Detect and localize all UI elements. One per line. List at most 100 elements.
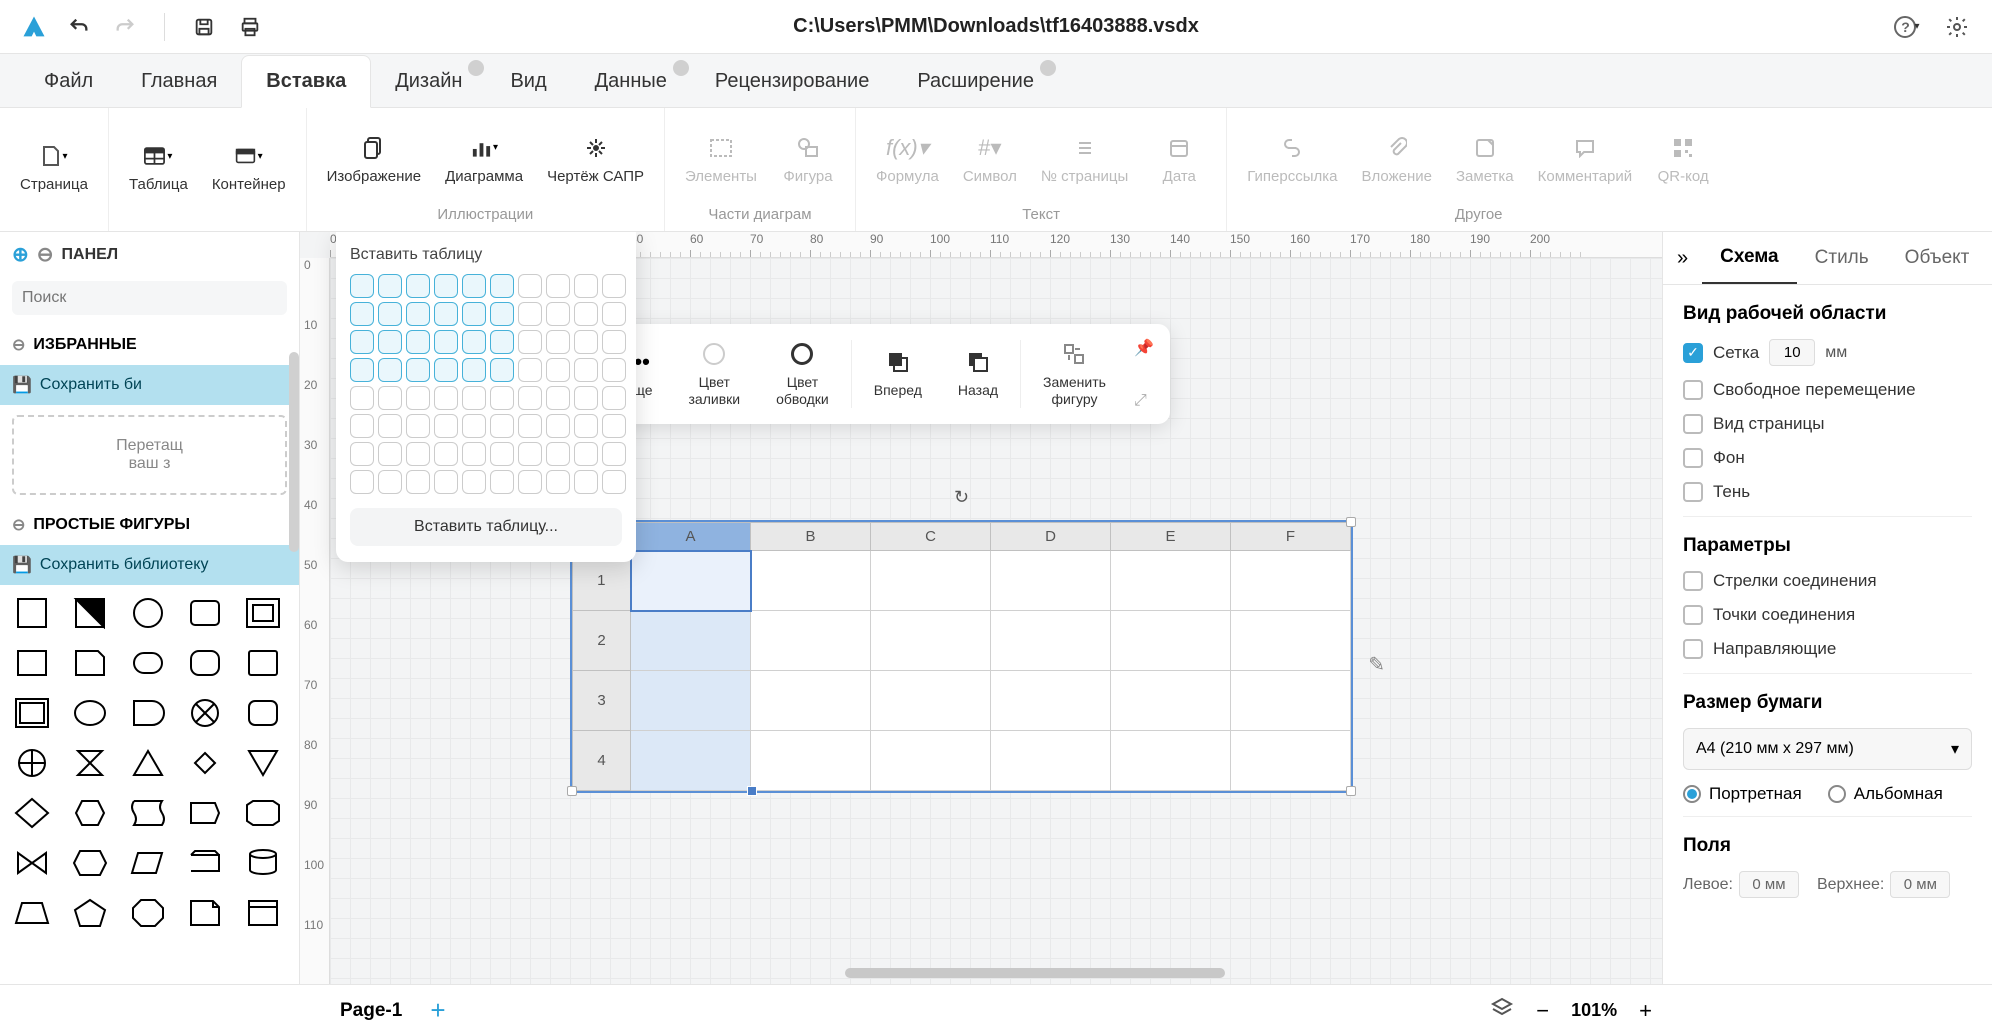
ft-fill-color[interactable]: Цвет заливки <box>671 334 759 414</box>
row-header[interactable]: 2 <box>573 611 631 671</box>
table-grid-cell[interactable] <box>434 386 458 410</box>
table-grid-cell[interactable] <box>378 386 402 410</box>
col-header[interactable]: C <box>871 523 991 551</box>
canvas-scrollbar[interactable] <box>845 968 1225 978</box>
table-grid-cell[interactable] <box>490 442 514 466</box>
shapes-search-input[interactable] <box>12 281 287 315</box>
ribbon-container[interactable]: ▾ Контейнер <box>204 138 294 197</box>
table-grid-cell[interactable] <box>434 330 458 354</box>
shape-para[interactable] <box>126 843 170 883</box>
ribbon-table[interactable]: ▾ Таблица <box>121 138 196 197</box>
settings-button[interactable] <box>1942 12 1972 42</box>
shape-triangle[interactable] <box>126 743 170 783</box>
redo-button[interactable] <box>110 12 140 42</box>
table-grid-cell[interactable] <box>350 302 374 326</box>
page-view-checkbox[interactable] <box>1683 414 1703 434</box>
table-grid-cell[interactable] <box>434 358 458 382</box>
table-grid-cell[interactable] <box>490 414 514 438</box>
table-grid-cell[interactable] <box>546 386 570 410</box>
save-library-button-2[interactable]: 💾Сохранить библиотеку <box>0 545 299 585</box>
table-grid-cell[interactable] <box>546 330 570 354</box>
zoom-out-button[interactable]: − <box>1536 998 1549 1024</box>
shape-oct[interactable] <box>126 893 170 933</box>
table-grid-cell[interactable] <box>574 330 598 354</box>
table-cell[interactable] <box>751 731 871 791</box>
table-grid-cell[interactable] <box>602 274 626 298</box>
insert-table-button[interactable]: Вставить таблицу... <box>350 508 622 546</box>
table-grid-cell[interactable] <box>378 470 402 494</box>
table-grid-cell[interactable] <box>406 470 430 494</box>
table-grid-cell[interactable] <box>378 330 402 354</box>
table-grid-cell[interactable] <box>434 302 458 326</box>
pin-icon[interactable]: 📌 <box>1134 338 1154 358</box>
table-grid-cell[interactable] <box>406 302 430 326</box>
table-grid-cell[interactable] <box>518 302 542 326</box>
table-cell[interactable] <box>871 671 991 731</box>
menu-home[interactable]: Главная <box>117 56 241 107</box>
table-grid-cell[interactable] <box>462 358 486 382</box>
shape-halfsquare[interactable] <box>68 593 112 633</box>
ribbon-chart[interactable]: ▾ Диаграмма <box>437 130 531 189</box>
table-grid-cell[interactable] <box>378 274 402 298</box>
table-grid-cell[interactable] <box>602 358 626 382</box>
table-cell[interactable] <box>1111 731 1231 791</box>
shadow-checkbox[interactable] <box>1683 482 1703 502</box>
ft-replace-shape[interactable]: Заменить фигуру <box>1025 334 1124 414</box>
table-grid-cell[interactable] <box>546 470 570 494</box>
shape-rrect[interactable] <box>183 593 227 633</box>
table-grid-cell[interactable] <box>406 330 430 354</box>
add-icon[interactable]: ⊕ <box>12 242 29 267</box>
connector-icon[interactable]: ✎ <box>1368 652 1385 677</box>
row-header[interactable]: 4 <box>573 731 631 791</box>
table-grid-cell[interactable] <box>462 386 486 410</box>
tab-style[interactable]: Стиль <box>1797 233 1887 283</box>
shape-border[interactable] <box>10 693 54 733</box>
table-cell[interactable] <box>1111 611 1231 671</box>
table-grid-cell[interactable] <box>462 470 486 494</box>
table-grid-cell[interactable] <box>378 302 402 326</box>
save-button[interactable] <box>189 12 219 42</box>
expand-icon[interactable]: ⤢ <box>1134 392 1154 410</box>
table-grid-cell[interactable] <box>462 330 486 354</box>
ft-stroke-color[interactable]: Цвет обводки <box>758 334 847 414</box>
shape-circle[interactable] <box>126 593 170 633</box>
table-grid-cell[interactable] <box>518 442 542 466</box>
table-grid-cell[interactable] <box>434 470 458 494</box>
dropzone[interactable]: Перетащ ваш з <box>12 415 287 495</box>
table-grid-cell[interactable] <box>574 386 598 410</box>
table-cell[interactable] <box>751 671 871 731</box>
ribbon-image[interactable]: Изображение <box>319 130 430 189</box>
table-cell[interactable] <box>631 731 751 791</box>
resize-handle[interactable] <box>1346 786 1356 796</box>
table-grid-cell[interactable] <box>546 358 570 382</box>
table-grid-cell[interactable] <box>518 386 542 410</box>
zoom-in-button[interactable]: + <box>1639 998 1652 1024</box>
table-grid-cell[interactable] <box>602 470 626 494</box>
ribbon-cad[interactable]: Чертёж САПР <box>539 130 652 189</box>
table-cell[interactable] <box>1231 671 1351 731</box>
shape-square[interactable] <box>10 593 54 633</box>
table-cell[interactable] <box>1231 731 1351 791</box>
shape-hex2[interactable] <box>68 843 112 883</box>
grid-checkbox[interactable]: ✓ <box>1683 343 1703 363</box>
col-header[interactable]: B <box>751 523 871 551</box>
table-cell[interactable] <box>631 611 751 671</box>
row-header[interactable]: 3 <box>573 671 631 731</box>
table-grid-cell[interactable] <box>602 414 626 438</box>
table-cell[interactable] <box>871 731 991 791</box>
menu-review[interactable]: Рецензирование <box>691 56 893 107</box>
table-grid-cell[interactable] <box>406 414 430 438</box>
shape-banner[interactable] <box>183 793 227 833</box>
table-grid-cell[interactable] <box>350 414 374 438</box>
table-cell[interactable] <box>631 671 751 731</box>
guides-checkbox[interactable] <box>1683 639 1703 659</box>
tab-object[interactable]: Объект <box>1887 233 1988 283</box>
col-header[interactable]: A <box>631 523 751 551</box>
print-button[interactable] <box>235 12 265 42</box>
table-grid-cell[interactable] <box>406 442 430 466</box>
help-button[interactable]: ?▾ <box>1892 12 1922 42</box>
menu-data[interactable]: Данные <box>571 56 691 107</box>
shape-frame[interactable] <box>241 593 285 633</box>
shape-ellipse[interactable] <box>68 693 112 733</box>
shape-diamond-sm[interactable] <box>183 743 227 783</box>
